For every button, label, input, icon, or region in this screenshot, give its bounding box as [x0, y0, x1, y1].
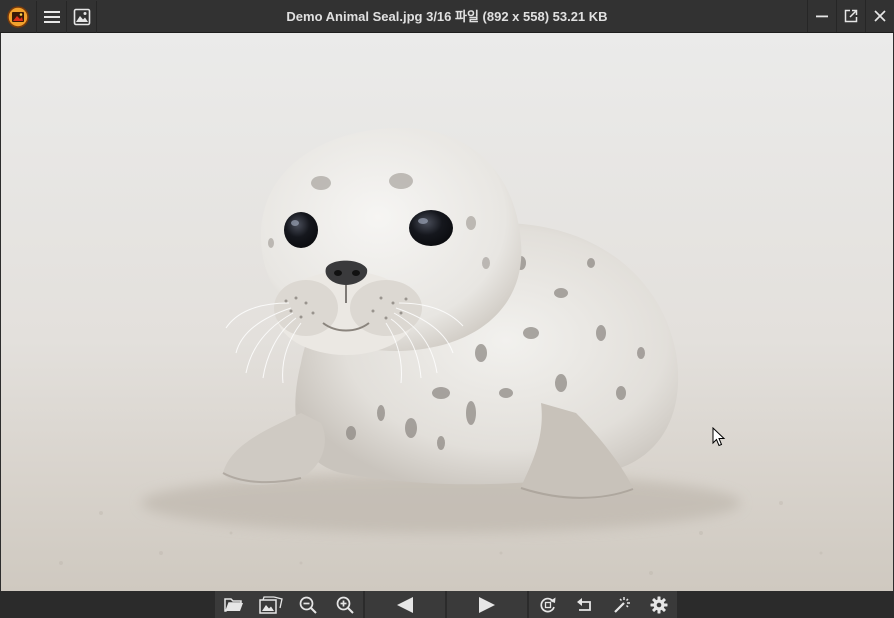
window-title: Demo Animal Seal.jpg 3/16 파일 (892 x 558)…: [286, 9, 608, 24]
open-folder-icon[interactable]: [215, 591, 252, 618]
toolbar-buttons: [215, 591, 677, 618]
titlebar-left-controls: [0, 0, 97, 33]
hamburger-menu-icon[interactable]: [37, 0, 67, 33]
bottom-toolbar: [0, 591, 894, 618]
mouse-cursor-icon: [712, 426, 726, 452]
slideshow-icon[interactable]: [252, 591, 289, 618]
rotate-icon[interactable]: [529, 591, 566, 618]
settings-gear-icon[interactable]: [640, 591, 677, 618]
image-viewer-window: Demo Animal Seal.jpg 3/16 파일 (892 x 558)…: [0, 0, 894, 618]
title-bar[interactable]: Demo Animal Seal.jpg 3/16 파일 (892 x 558)…: [0, 0, 894, 33]
next-icon[interactable]: [447, 591, 527, 618]
app-logo-icon[interactable]: [0, 0, 37, 33]
gallery-icon[interactable]: [67, 0, 97, 33]
magic-wand-icon[interactable]: [603, 591, 640, 618]
undo-icon[interactable]: [566, 591, 603, 618]
seal-photo: [1, 33, 893, 591]
minimize-icon[interactable]: [807, 0, 836, 32]
close-icon[interactable]: [865, 0, 894, 32]
zoom-out-icon[interactable]: [289, 591, 326, 618]
popout-icon[interactable]: [836, 0, 865, 32]
previous-icon[interactable]: [365, 591, 445, 618]
photo-canvas[interactable]: [1, 33, 893, 591]
window-controls: [807, 0, 894, 33]
zoom-in-icon[interactable]: [326, 591, 363, 618]
